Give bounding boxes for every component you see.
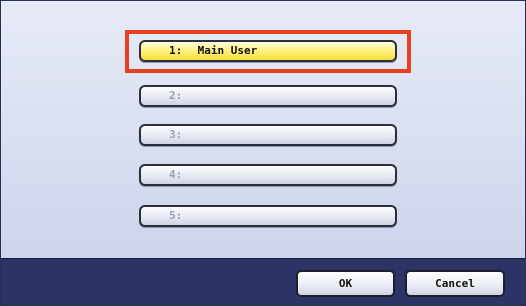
user-slot-number: 1:	[169, 44, 183, 57]
cancel-button[interactable]: Cancel	[405, 270, 505, 297]
bottom-action-bar: OK Cancel	[1, 258, 525, 305]
user-slot-3[interactable]: 3:	[139, 124, 397, 146]
user-slot-1[interactable]: 1: Main User	[139, 40, 397, 62]
user-slot-number: 2:	[169, 89, 183, 102]
user-slot-number: 5:	[169, 209, 183, 222]
user-select-panel: 1: Main User 2: 3: 4: 5: OK Cancel	[0, 0, 526, 306]
ok-button[interactable]: OK	[296, 270, 395, 297]
user-slot-5[interactable]: 5:	[139, 205, 397, 227]
user-slot-number: 3:	[169, 128, 183, 141]
user-slot-name: Main User	[197, 44, 258, 57]
user-slot-number: 4:	[169, 168, 183, 181]
user-slot-2[interactable]: 2:	[139, 85, 397, 107]
user-slot-4[interactable]: 4:	[139, 164, 397, 186]
